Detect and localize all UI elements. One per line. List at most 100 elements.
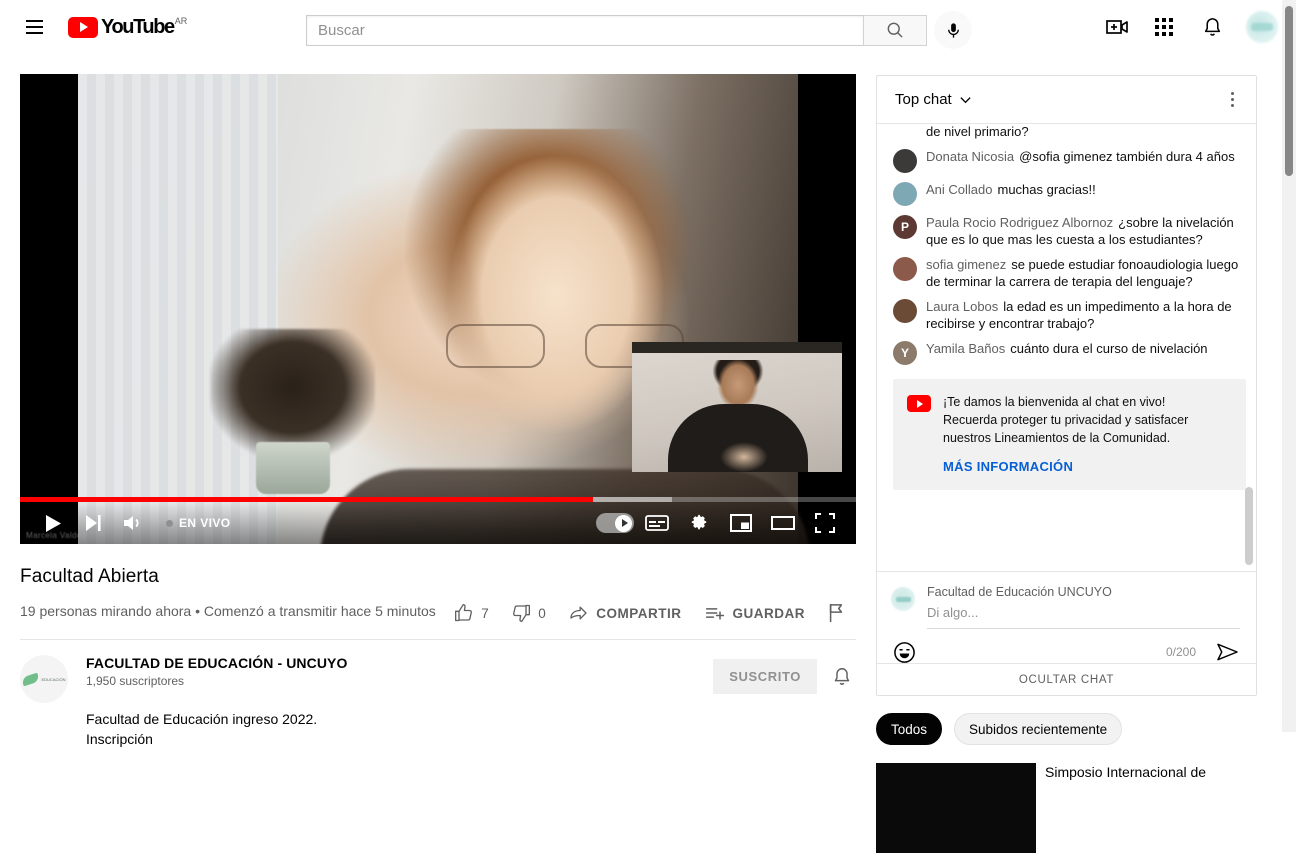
report-flag-icon[interactable] — [816, 596, 856, 630]
page-scrollbar-thumb[interactable] — [1285, 6, 1293, 176]
video-player[interactable]: Marcela Valdez — [20, 74, 856, 544]
chat-options-menu-icon[interactable] — [1216, 84, 1248, 116]
hide-chat-button[interactable]: OCULTAR CHAT — [877, 663, 1256, 695]
share-button[interactable]: COMPARTIR — [557, 596, 692, 630]
notification-bell-icon[interactable] — [1198, 13, 1227, 42]
channel-name[interactable]: FACULTAD DE EDUCACIÓN - UNCUYO — [86, 655, 713, 671]
thumbs-down-icon — [513, 604, 531, 622]
chat-author[interactable]: Yamila Baños — [926, 341, 1005, 356]
channel-text: FACULTAD DE EDUCACIÓN - UNCUYO 1,950 sus… — [86, 655, 713, 749]
chevron-down-icon — [960, 97, 971, 104]
search-icon — [887, 22, 903, 38]
chat-mode-selector[interactable]: Top chat — [895, 91, 972, 108]
youtube-play-icon — [68, 16, 98, 38]
chat-welcome-content: ¡Te damos la bienvenida al chat en vivo!… — [943, 393, 1188, 474]
create-video-icon[interactable] — [1102, 13, 1131, 42]
chat-text: @sofia gimenez también dura 4 años — [1019, 149, 1235, 164]
video-actions: 7 0 COMPARTIR GUARDAR — [443, 596, 856, 630]
apps-grid-icon[interactable] — [1150, 13, 1179, 42]
chat-account-avatar[interactable] — [891, 587, 915, 611]
player-controls: EN VIVO — [20, 502, 856, 544]
next-video-icon[interactable] — [74, 504, 112, 542]
miniplayer-icon[interactable] — [722, 504, 760, 542]
dislike-button[interactable]: 0 — [500, 596, 557, 630]
search-box[interactable] — [306, 14, 863, 46]
live-indicator[interactable]: EN VIVO — [166, 516, 230, 530]
chat-mode-label: Top chat — [895, 91, 952, 108]
primary-column: Marcela Valdez — [20, 74, 856, 749]
channel-notification-bell-icon[interactable] — [827, 662, 856, 691]
chat-avatar[interactable] — [893, 299, 917, 323]
chat-message-body: inscribirme en la carrera de profesorado… — [926, 124, 1246, 140]
chip-subidos-recientemente[interactable]: Subidos recientemente — [954, 713, 1123, 745]
chat-author[interactable]: Donata Nicosia — [926, 149, 1014, 164]
like-button[interactable]: 7 — [443, 596, 500, 630]
chat-author[interactable]: Ani Collado — [926, 182, 993, 197]
play-icon[interactable] — [34, 504, 72, 542]
search-button[interactable] — [863, 14, 927, 46]
youtube-country-code: AR — [174, 15, 188, 26]
chat-header: Top chat — [877, 76, 1256, 124]
chat-welcome-more-info-link[interactable]: MÁS INFORMACIÓN — [943, 459, 1188, 474]
chat-message-list[interactable]: inscribirme en la carrera de profesorado… — [877, 124, 1256, 573]
thumbs-up-icon — [455, 604, 473, 622]
emoji-smiley-icon[interactable] — [891, 639, 917, 665]
chat-message: Laura Lobos la edad es un impedimento a l… — [893, 294, 1246, 336]
suggested-video-item[interactable]: Simposio Internacional de — [876, 763, 1257, 853]
chat-message: Donata Nicosia @sofia gimenez también dur… — [893, 144, 1246, 177]
microphone-icon — [947, 22, 959, 38]
page-scrollbar[interactable] — [1282, 0, 1296, 732]
live-dot-icon — [166, 519, 173, 527]
chip-todos[interactable]: Todos — [876, 713, 943, 745]
send-arrow-icon[interactable] — [1214, 639, 1240, 665]
chat-message: sofia gimenez se puede estudiar fonoaudio… — [893, 252, 1246, 294]
chat-message-body: Ani Collado muchas gracias!! — [926, 181, 1096, 206]
settings-gear-icon[interactable] — [680, 504, 718, 542]
live-chat-panel: Top chat inscribirme en la carrera de pr… — [876, 75, 1257, 696]
channel-avatar[interactable]: EDUCACIÓN — [20, 655, 68, 703]
subtitles-icon[interactable] — [638, 504, 676, 542]
chat-scrollbar-thumb[interactable] — [1245, 487, 1253, 565]
chat-avatar[interactable] — [893, 182, 917, 206]
chat-author[interactable]: Laura Lobos — [926, 299, 998, 314]
youtube-logo[interactable]: YouTube AR — [68, 15, 188, 38]
chat-avatar[interactable] — [893, 149, 917, 173]
chat-message-body: Yamila Baños cuánto dura el curso de nive… — [926, 340, 1208, 365]
channel-row: EDUCACIÓN FACULTAD DE EDUCACIÓN - UNCUYO… — [20, 655, 856, 749]
autoplay-toggle[interactable] — [596, 504, 634, 542]
masthead: YouTube AR — [0, 0, 1296, 54]
save-button[interactable]: GUARDAR — [693, 596, 817, 630]
fullscreen-icon[interactable] — [806, 504, 844, 542]
volume-icon[interactable] — [114, 504, 152, 542]
pip-top-bar — [632, 342, 842, 353]
video-curtain — [78, 74, 278, 544]
search-input[interactable] — [318, 21, 863, 39]
chat-avatar[interactable]: Y — [893, 341, 917, 365]
chat-input-top: Facultad de Educación UNCUYO — [877, 572, 1256, 629]
chat-author[interactable]: sofia gimenez — [926, 257, 1006, 272]
chat-message-input[interactable] — [927, 605, 1240, 620]
suggested-video-title: Simposio Internacional de — [1045, 764, 1207, 780]
video-stats: 19 personas mirando ahora • Comenzó a tr… — [20, 603, 436, 619]
chat-input-fields: Facultad de Educación UNCUYO — [927, 585, 1240, 629]
chat-message-body: Donata Nicosia @sofia gimenez también dur… — [926, 148, 1235, 173]
subscribe-button[interactable]: SUSCRITO — [713, 659, 817, 694]
dislike-count: 0 — [538, 605, 547, 621]
chat-message-input-wrap[interactable] — [927, 604, 1240, 629]
chat-author[interactable]: Paula Rocio Rodriguez Albornoz — [926, 215, 1113, 230]
youtube-play-icon — [907, 395, 931, 412]
theater-mode-icon[interactable] — [764, 504, 802, 542]
masthead-right-icons — [1102, 0, 1278, 54]
live-label: EN VIVO — [179, 516, 231, 530]
search-area — [306, 11, 972, 49]
suggested-video-thumbnail[interactable] — [876, 763, 1036, 853]
chat-text: inscribirme en la carrera de profesorado… — [926, 124, 1029, 139]
account-avatar[interactable] — [1246, 11, 1278, 43]
chat-avatar[interactable]: P — [893, 215, 917, 239]
voice-search-button[interactable] — [934, 11, 972, 49]
chat-scrollbar[interactable] — [1244, 124, 1254, 573]
chat-avatar[interactable] — [893, 257, 917, 281]
description-line-2: Inscripción — [86, 731, 153, 747]
channel-logo-text: EDUCACIÓN — [41, 676, 66, 682]
hamburger-menu-icon[interactable] — [14, 7, 54, 47]
